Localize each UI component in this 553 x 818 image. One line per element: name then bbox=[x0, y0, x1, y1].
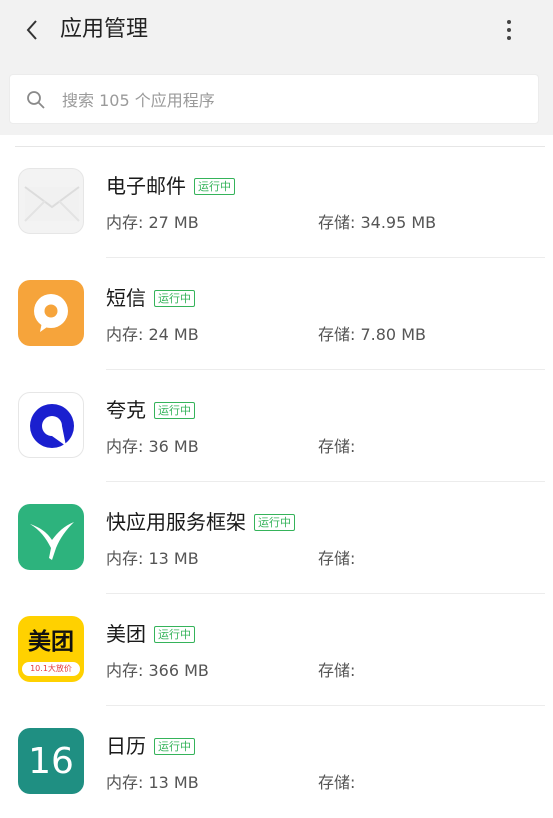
messages-icon bbox=[18, 280, 84, 346]
app-name: 快应用服务框架 运行中 bbox=[106, 508, 295, 536]
header-area: 应用管理 bbox=[0, 0, 553, 135]
search-input[interactable] bbox=[60, 75, 524, 125]
app-name: 美团 运行中 bbox=[106, 620, 195, 648]
storage-usage: 存储: 34.95 MB bbox=[318, 213, 437, 232]
storage-usage: 存储: bbox=[318, 437, 356, 456]
search-icon bbox=[27, 91, 45, 109]
app-row-meituan[interactable]: 美团 10.1大放价 美团 运行中 内存: 366 MB 存储: bbox=[0, 594, 553, 706]
storage-usage: 存储: bbox=[318, 549, 356, 568]
page-title: 应用管理 bbox=[60, 17, 149, 42]
running-badge: 运行中 bbox=[194, 178, 235, 195]
app-name: 电子邮件 运行中 bbox=[106, 172, 235, 200]
running-badge: 运行中 bbox=[154, 738, 195, 755]
storage-usage: 存储: 7.80 MB bbox=[318, 325, 426, 344]
memory-usage: 内存: 36 MB bbox=[106, 437, 199, 456]
running-badge: 运行中 bbox=[254, 514, 295, 531]
app-row-quickapp[interactable]: 快应用服务框架 运行中 内存: 13 MB 存储: bbox=[0, 482, 553, 594]
running-badge: 运行中 bbox=[154, 402, 195, 419]
title-bar: 应用管理 bbox=[0, 0, 553, 62]
quickapp-icon bbox=[18, 504, 84, 570]
app-row-quark[interactable]: 夸克 运行中 内存: 36 MB 存储: bbox=[0, 370, 553, 482]
app-row-calendar[interactable]: 16 日历 运行中 内存: 13 MB 存储: bbox=[0, 706, 553, 818]
meituan-icon-text: 美团 bbox=[28, 629, 74, 655]
app-row-email[interactable]: 电子邮件 运行中 内存: 27 MB 存储: 34.95 MB bbox=[0, 146, 553, 258]
more-vertical-icon bbox=[507, 20, 511, 24]
calendar-icon: 16 bbox=[18, 728, 84, 794]
memory-usage: 内存: 27 MB bbox=[106, 213, 199, 232]
back-button[interactable] bbox=[14, 12, 50, 48]
email-icon bbox=[18, 168, 84, 234]
app-name: 夸克 运行中 bbox=[106, 396, 195, 424]
meituan-icon-subtext: 10.1大放价 bbox=[22, 662, 80, 676]
search-box[interactable] bbox=[9, 74, 539, 125]
storage-usage: 存储: bbox=[318, 661, 356, 680]
running-badge: 运行中 bbox=[154, 626, 195, 643]
more-menu-button[interactable] bbox=[494, 12, 524, 48]
app-row-messages[interactable]: 短信 运行中 内存: 24 MB 存储: 7.80 MB bbox=[0, 258, 553, 370]
memory-usage: 内存: 13 MB bbox=[106, 773, 199, 792]
app-name: 日历 运行中 bbox=[106, 732, 195, 760]
calendar-icon-date: 16 bbox=[28, 741, 74, 782]
memory-usage: 内存: 24 MB bbox=[106, 325, 199, 344]
storage-usage: 存储: bbox=[318, 773, 356, 792]
app-name: 短信 运行中 bbox=[106, 284, 195, 312]
meituan-icon: 美团 10.1大放价 bbox=[18, 616, 84, 682]
back-chevron-icon bbox=[26, 20, 37, 40]
running-badge: 运行中 bbox=[154, 290, 195, 307]
memory-usage: 内存: 13 MB bbox=[106, 549, 199, 568]
quark-icon bbox=[18, 392, 84, 458]
memory-usage: 内存: 366 MB bbox=[106, 661, 209, 680]
